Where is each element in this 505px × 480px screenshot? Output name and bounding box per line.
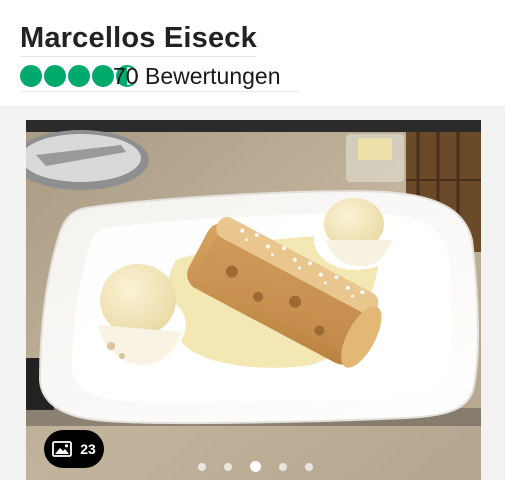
restaurant-name: Marcellos Eiseck [20, 22, 257, 54]
carousel-dot-active[interactable] [250, 461, 261, 472]
photo-count-button[interactable]: 23 [44, 430, 104, 468]
photo-apfelstrudel [26, 120, 481, 480]
rating-row[interactable]: 70 Bewertungen [20, 64, 281, 88]
carousel-dot[interactable] [198, 462, 206, 471]
carousel-indicators [198, 461, 331, 472]
carousel-dot[interactable] [224, 462, 232, 471]
image-icon [52, 441, 73, 457]
carousel-dot[interactable] [305, 462, 313, 471]
rating-divider [20, 91, 300, 92]
gallery-photo[interactable] [26, 120, 481, 480]
rating-bubble-full-icon [92, 65, 114, 87]
rating-bubble-full-icon [20, 65, 42, 87]
rating-bubble-full-icon [68, 65, 90, 87]
rating-bubble-full-icon [44, 65, 66, 87]
photo-count: 23 [80, 441, 96, 457]
review-count-link[interactable]: 70 Bewertungen [113, 64, 281, 88]
restaurant-header: Marcellos Eiseck 70 Bewertungen [0, 0, 505, 106]
title-divider [20, 56, 256, 57]
carousel-dot[interactable] [279, 462, 287, 471]
